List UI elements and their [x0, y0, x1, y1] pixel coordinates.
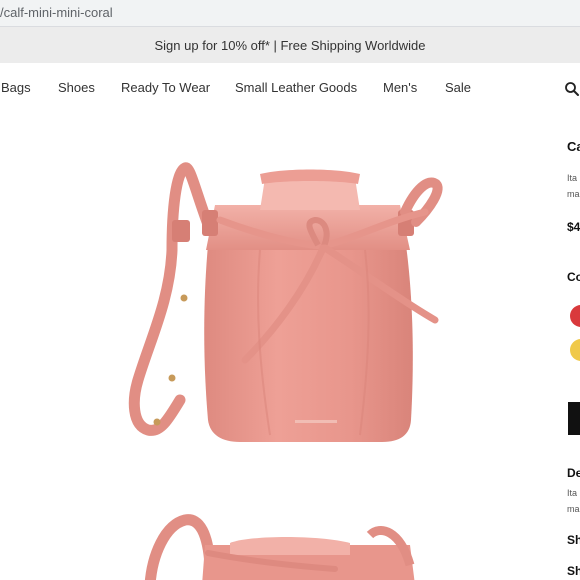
- main-nav: Bags Shoes Ready To Wear Small Leather G…: [0, 63, 580, 113]
- shipping-subheading[interactable]: Sh: [567, 564, 580, 578]
- color-label: Co: [567, 270, 580, 284]
- url-text[interactable]: /calf-mini-mini-coral: [0, 5, 113, 20]
- color-swatch-yellow[interactable]: [570, 339, 580, 361]
- nav-item-ready-to-wear[interactable]: Ready To Wear: [121, 80, 210, 95]
- details-text-line-2: ma: [567, 504, 580, 514]
- nav-item-shoes[interactable]: Shoes: [58, 80, 95, 95]
- details-heading: De: [567, 466, 580, 480]
- bucket-bag-alt-image[interactable]: [110, 505, 460, 580]
- product-subtitle-line-2: ma: [567, 189, 580, 199]
- browser-url-bar[interactable]: /calf-mini-mini-coral: [0, 0, 580, 27]
- product-price: $4: [567, 220, 580, 234]
- product-subtitle-line-1: Ita: [567, 173, 578, 183]
- color-swatch-red[interactable]: [570, 305, 580, 327]
- product-title: Ca: [567, 139, 580, 154]
- product-info-panel: Ca Ita ma $4 Co De Ita ma Sh Sh: [567, 0, 580, 580]
- nav-item-bags[interactable]: Bags: [1, 80, 31, 95]
- nav-item-sale[interactable]: Sale: [445, 80, 471, 95]
- shipping-heading[interactable]: Sh: [567, 533, 580, 547]
- promo-text[interactable]: Sign up for 10% off* | Free Shipping Wor…: [155, 38, 426, 53]
- nav-item-mens[interactable]: Men's: [383, 80, 417, 95]
- bucket-bag-image[interactable]: [110, 150, 460, 450]
- promo-banner: Sign up for 10% off* | Free Shipping Wor…: [0, 27, 580, 63]
- nav-item-small-leather-goods[interactable]: Small Leather Goods: [235, 80, 357, 95]
- details-text-line-1: Ita: [567, 488, 578, 498]
- add-to-cart-button[interactable]: [568, 402, 580, 435]
